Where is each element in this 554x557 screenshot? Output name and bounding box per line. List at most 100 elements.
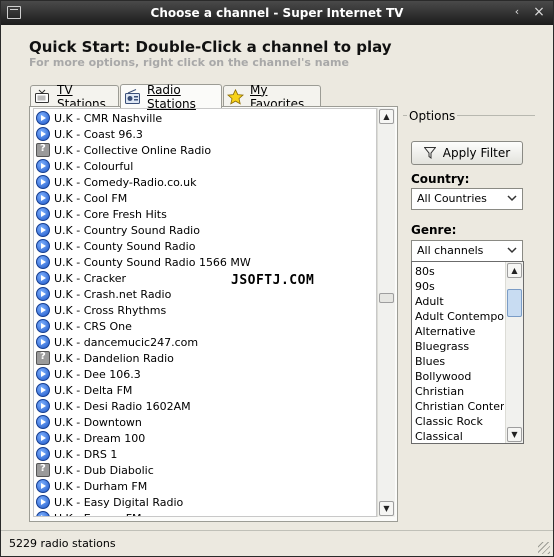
genre-option[interactable]: Christian Contemporary — [415, 399, 504, 414]
play-stream-icon — [36, 447, 50, 461]
play-stream-icon — [36, 111, 50, 125]
minimize-icon[interactable]: ‹ — [509, 4, 525, 20]
station-row[interactable]: U.K - Downtown — [36, 414, 142, 430]
station-row[interactable]: U.K - Cross Rhythms — [36, 302, 166, 318]
station-name: U.K - Crash.net Radio — [54, 287, 172, 301]
app-window: Choose a channel - Super Internet TV ‹ ×… — [0, 0, 554, 557]
genre-option[interactable]: Bollywood — [415, 369, 504, 384]
station-row[interactable]: U.K - Collective Online Radio — [36, 142, 211, 158]
station-row[interactable]: U.K - Colourful — [36, 158, 133, 174]
station-row[interactable]: U.K - Energy FM — [36, 510, 142, 517]
station-row[interactable]: U.K - Coast 96.3 — [36, 126, 143, 142]
station-name: U.K - County Sound Radio — [54, 239, 196, 253]
play-stream-icon — [36, 191, 50, 205]
resize-grip-icon[interactable] — [538, 542, 550, 554]
window-menu-icon[interactable] — [7, 6, 21, 19]
station-row[interactable]: U.K - Desi Radio 1602AM — [36, 398, 191, 414]
genre-select[interactable]: All channels — [411, 240, 523, 262]
station-row[interactable]: U.K - Dee 106.3 — [36, 366, 141, 382]
station-name: U.K - Energy FM — [54, 512, 142, 517]
scroll-thumb[interactable] — [379, 292, 394, 303]
station-row[interactable]: U.K - Country Sound Radio — [36, 222, 200, 238]
unknown-stream-icon — [36, 351, 50, 365]
tab-my-favorites[interactable]: My Favorites — [223, 83, 321, 111]
scroll-down-button[interactable]: ▼ — [379, 501, 394, 516]
station-row[interactable]: U.K - Crash.net Radio — [36, 286, 171, 302]
station-name: U.K - Downtown — [54, 415, 142, 429]
station-list[interactable]: U.K - CMR Nashville U.K - Coast 96.3 U.K -… — [33, 108, 377, 517]
scroll-down-button[interactable]: ▼ — [507, 427, 522, 442]
apply-filter-button[interactable]: Apply Filter — [411, 141, 523, 165]
genre-option[interactable]: Bluegrass — [415, 339, 504, 354]
station-row[interactable]: U.K - Dream 100 — [36, 430, 145, 446]
status-text: 5229 radio stations — [9, 537, 116, 550]
scroll-thumb[interactable] — [507, 289, 522, 317]
play-stream-icon — [36, 431, 50, 445]
country-label: Country: — [411, 172, 470, 186]
play-stream-icon — [36, 511, 50, 516]
station-row[interactable]: U.K - CMR Nashville — [36, 110, 162, 126]
play-stream-icon — [36, 159, 50, 173]
genre-option[interactable]: Christian — [415, 384, 504, 399]
play-stream-icon — [36, 255, 50, 269]
station-row[interactable]: U.K - County Sound Radio 1566 MW — [36, 254, 251, 270]
play-stream-icon — [36, 495, 50, 509]
genre-option[interactable]: Alternative — [415, 324, 504, 339]
station-row[interactable]: U.K - Cool FM — [36, 190, 127, 206]
station-row[interactable]: U.K - dancemucic247.com — [36, 334, 198, 350]
station-row[interactable]: U.K - CRS One — [36, 318, 132, 334]
station-name: U.K - Cool FM — [54, 191, 128, 205]
station-row[interactable]: U.K - Durham FM — [36, 478, 147, 494]
genre-option[interactable]: Blues — [415, 354, 504, 369]
scroll-up-button[interactable]: ▲ — [379, 109, 394, 124]
station-row[interactable]: U.K - Core Fresh Hits — [36, 206, 167, 222]
station-name: U.K - Durham FM — [54, 479, 148, 493]
station-row[interactable]: U.K - Delta FM — [36, 382, 132, 398]
genre-select-value: All channels — [417, 244, 484, 257]
radio-icon — [124, 88, 141, 105]
genre-dropdown-list[interactable]: ▲ ▼ 80s90sAdultAdult ContemporaryAlterna… — [411, 261, 524, 444]
station-row[interactable]: U.K - Easy Digital Radio — [36, 494, 183, 510]
genre-option[interactable]: 80s — [415, 264, 504, 279]
scroll-up-button[interactable]: ▲ — [507, 263, 522, 278]
station-row[interactable]: U.K - Comedy-Radio.co.uk — [36, 174, 197, 190]
genre-option[interactable]: 90s — [415, 279, 504, 294]
station-name: U.K - Cracker — [54, 271, 126, 285]
station-name: U.K - Collective Online Radio — [54, 143, 212, 157]
close-icon[interactable]: × — [531, 4, 547, 20]
station-name: U.K - CRS One — [54, 319, 132, 333]
play-stream-icon — [36, 319, 50, 333]
station-row[interactable]: U.K - County Sound Radio — [36, 238, 195, 254]
genre-option[interactable]: Adult Contemporary — [415, 309, 504, 324]
station-name: U.K - dancemucic247.com — [54, 335, 199, 349]
station-name: U.K - CMR Nashville — [54, 111, 163, 125]
genre-option[interactable]: Classic Rock — [415, 414, 504, 429]
tab-radio-stations[interactable]: Radio Stations — [120, 82, 222, 111]
station-row[interactable]: U.K - Cracker — [36, 270, 126, 286]
genre-label: Genre: — [411, 223, 457, 237]
station-name: U.K - County Sound Radio 1566 MW — [54, 255, 251, 269]
play-stream-icon — [36, 175, 50, 189]
genre-option[interactable]: Adult — [415, 294, 504, 309]
country-select[interactable]: All Countries — [411, 188, 523, 210]
play-stream-icon — [36, 399, 50, 413]
station-row[interactable]: U.K - DRS 1 — [36, 446, 117, 462]
play-stream-icon — [36, 415, 50, 429]
filter-icon — [423, 147, 437, 159]
station-list-scrollbar[interactable]: ▲ ▼ — [377, 108, 395, 517]
station-name: U.K - Easy Digital Radio — [54, 495, 184, 509]
play-stream-icon — [36, 367, 50, 381]
station-name: U.K - Dandelion Radio — [54, 351, 174, 365]
play-stream-icon — [36, 383, 50, 397]
tab-tv-stations[interactable]: TV Stations — [30, 83, 119, 111]
station-name: U.K - DRS 1 — [54, 447, 118, 461]
page-title: Quick Start: Double-Click a channel to p… — [29, 38, 392, 56]
genre-list-scrollbar[interactable]: ▲ ▼ — [505, 262, 523, 443]
page-subtitle: For more options, right click on the cha… — [29, 56, 349, 69]
apply-filter-label: Apply Filter — [442, 146, 511, 160]
genre-option[interactable]: Classical — [415, 429, 504, 443]
title-bar[interactable]: Choose a channel - Super Internet TV ‹ × — [1, 1, 553, 25]
station-row[interactable]: U.K - Dandelion Radio — [36, 350, 174, 366]
tab-radio-stations-label: Radio Stations — [147, 82, 196, 111]
station-row[interactable]: U.K - Dub Diabolic — [36, 462, 154, 478]
